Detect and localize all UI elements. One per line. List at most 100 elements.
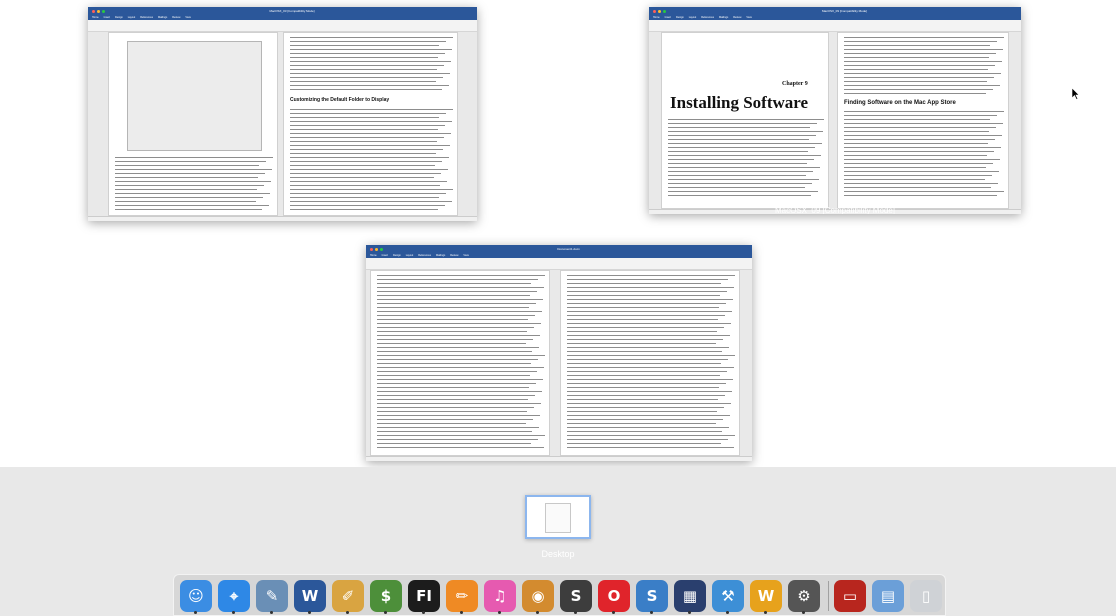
fi-icon[interactable]: FI <box>408 580 440 612</box>
text-line <box>567 359 728 361</box>
tab-view[interactable]: View <box>463 253 468 258</box>
text-line <box>567 355 735 357</box>
finder-icon[interactable]: ☺ <box>180 580 212 612</box>
scrivener-icon[interactable]: S <box>636 580 668 612</box>
tab-home[interactable]: Home <box>370 253 377 258</box>
game-icon[interactable]: ◉ <box>522 580 554 612</box>
tab-review[interactable]: Review <box>172 15 180 20</box>
preview-icon[interactable]: ✎ <box>256 580 288 612</box>
system-preferences-icon[interactable]: ⚙ <box>788 580 820 612</box>
ribbon-toolbar[interactable] <box>88 20 477 32</box>
itunes-icon[interactable]: ♫ <box>484 580 516 612</box>
trash-icon[interactable]: ▯ <box>910 580 942 612</box>
document-area[interactable]: Chapter 9 Installing Software Finding So… <box>649 32 1021 209</box>
tab-mailings[interactable]: Mailings <box>158 15 167 20</box>
text-line <box>567 331 717 333</box>
text-line <box>668 127 810 129</box>
tab-references[interactable]: References <box>701 15 714 20</box>
tab-references[interactable]: References <box>418 253 431 258</box>
zoom-icon[interactable] <box>102 9 105 13</box>
text-line <box>377 407 534 409</box>
text-line <box>567 367 734 369</box>
text-line <box>844 131 989 133</box>
text-line <box>377 311 542 313</box>
text-line <box>844 53 996 55</box>
money-icon[interactable]: $ <box>370 580 402 612</box>
close-icon[interactable] <box>370 247 373 251</box>
running-indicator <box>194 611 197 614</box>
window-document1[interactable]: Document1.docx Home Insert Design Layout… <box>366 245 752 461</box>
chapter-number: Chapter 9 <box>782 81 808 87</box>
tab-insert[interactable]: Insert <box>665 15 671 20</box>
tab-design[interactable]: Design <box>115 15 123 20</box>
text-line <box>290 125 445 127</box>
tab-review[interactable]: Review <box>733 15 741 20</box>
wordpress-icon[interactable]: W <box>750 580 782 612</box>
document-area[interactable]: Customizing the Default Folder to Displa… <box>88 32 477 216</box>
skype-icon[interactable]: S <box>560 580 592 612</box>
tab-layout[interactable]: Layout <box>406 253 414 258</box>
safari-icon[interactable]: ⌖ <box>218 580 250 612</box>
tab-review[interactable]: Review <box>450 253 458 258</box>
xcode-icon[interactable]: ⚒ <box>712 580 744 612</box>
text-line <box>844 191 1004 193</box>
window-macosx-03[interactable]: MacOSX_03 [Compatibility Mode] Home Inse… <box>88 7 477 221</box>
tab-design[interactable]: Design <box>676 15 684 20</box>
minimize-icon[interactable] <box>97 9 100 13</box>
desktop-thumbnail[interactable] <box>525 495 591 539</box>
text-line <box>290 201 452 203</box>
text-line <box>567 343 716 345</box>
window-titlebar: Document1.docx <box>366 245 752 253</box>
text-line <box>290 129 438 131</box>
word-icon[interactable]: W <box>294 580 326 612</box>
downloads-icon[interactable]: ▤ <box>872 580 904 612</box>
document-page-right <box>560 270 740 456</box>
text-line <box>567 275 735 277</box>
text-line <box>115 157 273 159</box>
pages-icon[interactable]: ✏ <box>446 580 478 612</box>
text-line <box>377 379 543 381</box>
text-line <box>290 85 449 87</box>
text-line <box>844 183 998 185</box>
close-icon[interactable] <box>653 9 656 13</box>
text-line <box>290 57 438 59</box>
text-line <box>377 447 544 449</box>
tab-design[interactable]: Design <box>393 253 401 258</box>
tab-view[interactable]: View <box>746 15 751 20</box>
tab-mailings[interactable]: Mailings <box>719 15 728 20</box>
running-indicator <box>308 611 311 614</box>
flashcard-icon[interactable]: ▭ <box>834 580 866 612</box>
text-line <box>290 165 435 167</box>
running-indicator <box>270 611 273 614</box>
text-line <box>567 311 732 313</box>
document-page-right: Finding Software on the Mac App Store <box>837 32 1009 209</box>
text-line <box>115 181 271 183</box>
minimize-icon[interactable] <box>658 9 661 13</box>
tab-insert[interactable]: Insert <box>382 253 388 258</box>
ribbon-toolbar[interactable] <box>649 20 1021 32</box>
calculator-icon[interactable]: ▦ <box>674 580 706 612</box>
text-line <box>377 367 544 369</box>
zoom-icon[interactable] <box>663 9 666 13</box>
tab-references[interactable]: References <box>140 15 153 20</box>
text-line <box>290 141 437 143</box>
tab-home[interactable]: Home <box>653 15 660 20</box>
tab-home[interactable]: Home <box>92 15 99 20</box>
zoom-icon[interactable] <box>380 247 383 251</box>
tab-view[interactable]: View <box>185 15 190 20</box>
notes-icon[interactable]: ✐ <box>332 580 364 612</box>
document-area[interactable] <box>366 270 752 456</box>
tab-layout[interactable]: Layout <box>689 15 697 20</box>
tab-layout[interactable]: Layout <box>128 15 136 20</box>
text-line <box>567 403 731 405</box>
ribbon-toolbar[interactable] <box>366 258 752 270</box>
text-line <box>377 399 528 401</box>
text-line <box>567 387 719 389</box>
opera-icon[interactable]: O <box>598 580 630 612</box>
tab-mailings[interactable]: Mailings <box>436 253 445 258</box>
text-line <box>844 45 990 47</box>
close-icon[interactable] <box>92 9 95 13</box>
minimize-icon[interactable] <box>375 247 378 251</box>
tab-insert[interactable]: Insert <box>104 15 110 20</box>
window-macosx-09[interactable]: MacOSX_09 [Compatibility Mode] Home Inse… <box>649 7 1021 214</box>
